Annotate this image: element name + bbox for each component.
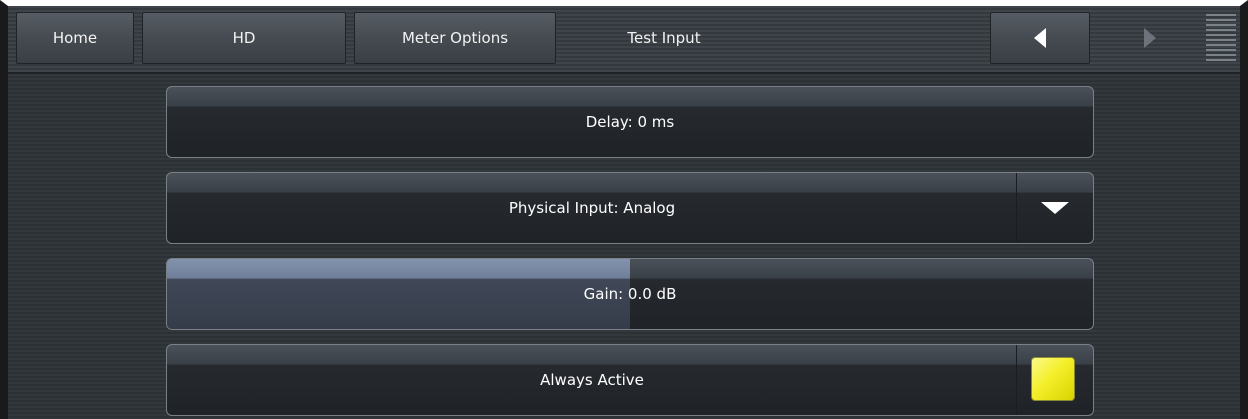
gain-label: Gain: 0.0 dB	[583, 285, 677, 303]
tab-hd[interactable]: HD	[142, 12, 346, 64]
app-window: Home HD Meter Options Test Input Delay: …	[0, 0, 1248, 419]
tab-home-label: Home	[52, 29, 98, 47]
tab-hd-label: HD	[232, 29, 256, 47]
delay-slider[interactable]: Delay: 0 ms	[166, 86, 1094, 158]
back-button[interactable]	[990, 12, 1090, 64]
always-active-checkbox[interactable]	[1031, 357, 1075, 401]
tab-test-input[interactable]: Test Input	[564, 12, 764, 64]
always-active-label: Always Active	[540, 371, 644, 389]
tab-home[interactable]: Home	[16, 12, 134, 64]
forward-button[interactable]	[1100, 12, 1200, 64]
hamburger-lines-icon[interactable]	[1206, 14, 1236, 64]
physical-input-label: Physical Input: Analog	[508, 199, 676, 217]
tab-meter-options-label: Meter Options	[401, 29, 509, 47]
gain-slider[interactable]: Gain: 0.0 dB	[166, 258, 1094, 330]
tab-meter-options[interactable]: Meter Options	[354, 12, 556, 64]
settings-panel: Delay: 0 ms Physical Input: Analog Gain:…	[8, 74, 1240, 419]
delay-label: Delay: 0 ms	[585, 113, 675, 131]
triangle-left-icon	[1034, 28, 1046, 48]
always-active-checkbox-cell[interactable]	[1016, 345, 1093, 415]
always-active-toggle[interactable]: Always Active	[166, 344, 1094, 416]
tab-test-input-label: Test Input	[627, 29, 701, 47]
triangle-right-icon	[1144, 28, 1156, 48]
top-nav-bar: Home HD Meter Options Test Input	[8, 6, 1240, 74]
dropdown-button[interactable]	[1016, 173, 1093, 243]
triangle-down-icon	[1041, 202, 1069, 214]
physical-input-select[interactable]: Physical Input: Analog	[166, 172, 1094, 244]
